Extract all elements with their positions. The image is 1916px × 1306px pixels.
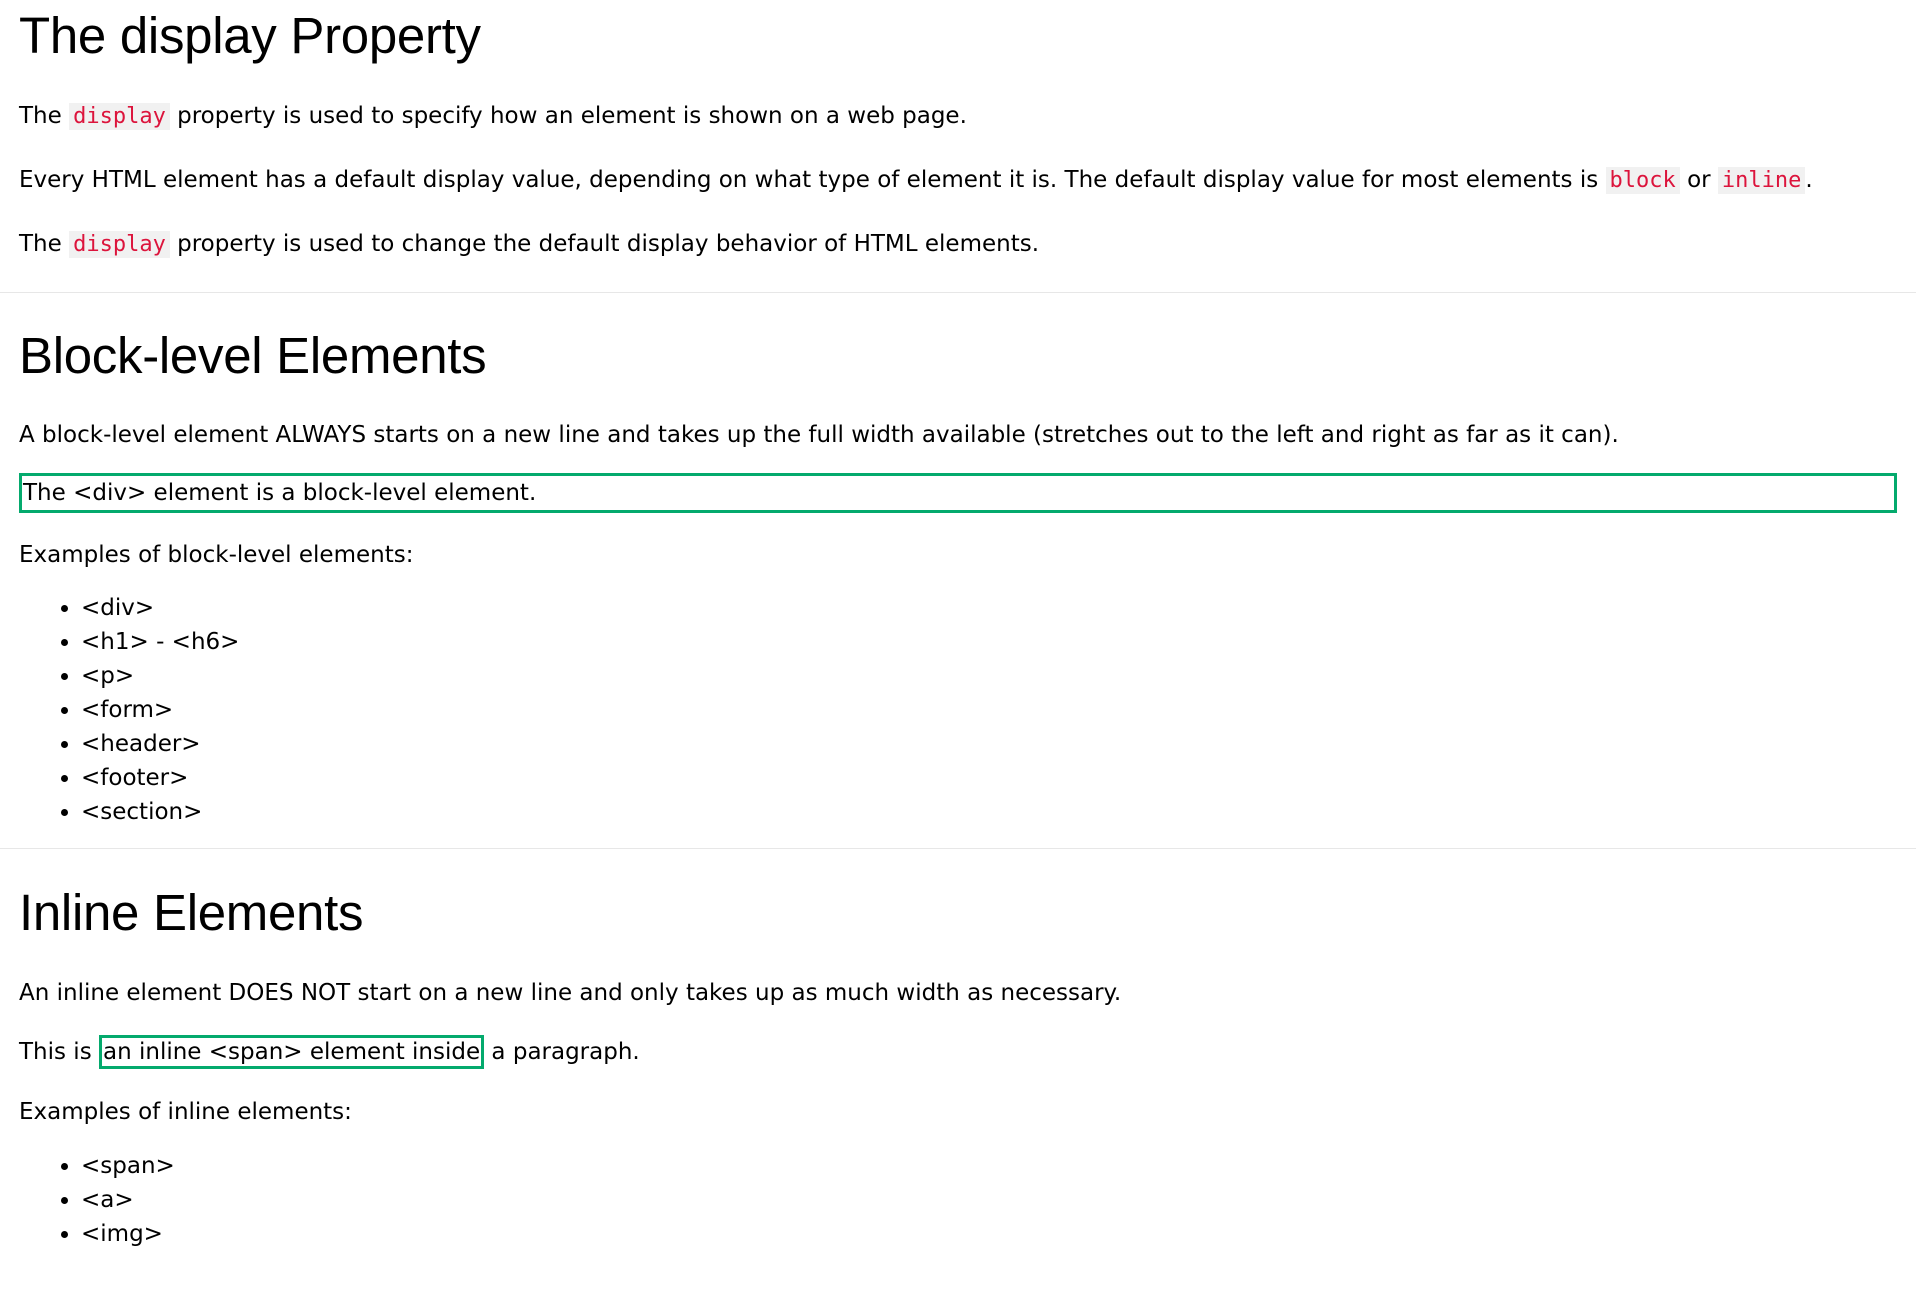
default-display-text-after: . bbox=[1805, 166, 1813, 193]
display-code-2: display bbox=[69, 231, 170, 259]
list-item: <p> bbox=[81, 659, 1897, 693]
inline-examples-intro: Examples of inline elements: bbox=[19, 1099, 352, 1126]
block-examples-intro: Examples of block-level elements: bbox=[19, 541, 414, 568]
inline-section: Inline Elements An inline element DOES N… bbox=[0, 849, 1916, 1251]
list-item: <form> bbox=[81, 693, 1897, 727]
change-display-paragraph: The display property is used to change t… bbox=[19, 228, 1897, 261]
list-item: <header> bbox=[81, 727, 1897, 761]
page: The display Property The display propert… bbox=[0, 0, 1916, 1306]
inline-demo-paragraph: This is an inline <span> element inside … bbox=[19, 1034, 1897, 1069]
display-intro-paragraph: The display property is used to specify … bbox=[19, 100, 1897, 133]
default-display-text-before: Every HTML element has a default display… bbox=[19, 166, 1606, 193]
list-item: <div> bbox=[81, 591, 1897, 625]
list-item: <img> bbox=[81, 1217, 1897, 1251]
display-code: display bbox=[69, 102, 170, 130]
block-section-title: Block-level Elements bbox=[19, 326, 487, 384]
inline-examples-list: <span> <a> <img> bbox=[19, 1149, 1897, 1251]
list-item: <section> bbox=[81, 795, 1897, 829]
inline-code: inline bbox=[1717, 166, 1806, 194]
list-item: <span> bbox=[81, 1149, 1897, 1183]
inline-description: An inline element DOES NOT start on a ne… bbox=[19, 979, 1122, 1006]
default-display-text-middle: or bbox=[1679, 166, 1718, 193]
display-section-title: The display Property bbox=[19, 7, 481, 64]
block-demo-div: The <div> element is a block-level eleme… bbox=[19, 472, 1897, 513]
block-description: A block-level element ALWAYS starts on a… bbox=[19, 422, 1619, 449]
display-intro-text-after: property is used to specify how an eleme… bbox=[169, 102, 967, 129]
inline-section-title: Inline Elements bbox=[19, 884, 364, 941]
default-display-paragraph: Every HTML element has a default display… bbox=[19, 164, 1897, 197]
display-intro-text-before: The bbox=[19, 102, 70, 129]
inline-demo-text-before: This is bbox=[19, 1038, 99, 1065]
inline-demo-span: an inline <span> element inside bbox=[99, 1034, 485, 1069]
change-display-text-after: property is used to change the default d… bbox=[169, 231, 1040, 258]
list-item: <h1> - <h6> bbox=[81, 625, 1897, 659]
list-item: <a> bbox=[81, 1183, 1897, 1217]
block-code: block bbox=[1605, 166, 1680, 194]
inline-demo-text-after: a paragraph. bbox=[484, 1038, 640, 1065]
list-item: <footer> bbox=[81, 761, 1897, 795]
block-examples-list: <div> <h1> - <h6> <p> <form> <header> <f… bbox=[19, 591, 1897, 829]
change-display-text-before: The bbox=[19, 231, 70, 258]
display-section: The display Property The display propert… bbox=[0, 0, 1916, 262]
block-section: Block-level Elements A block-level eleme… bbox=[0, 293, 1916, 829]
